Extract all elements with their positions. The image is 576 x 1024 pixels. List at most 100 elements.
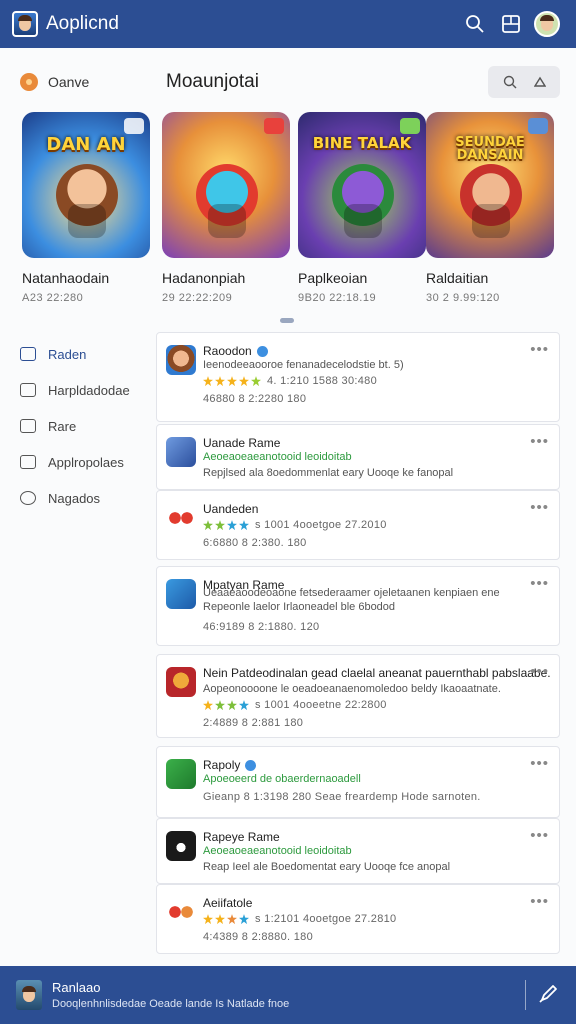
list-item[interactable]: Nein Patdeodinalan gead claelal aneanat … <box>156 654 560 738</box>
featured-card[interactable]: BINE TALAK Paplkeoian 9B20 22:18.19 <box>298 112 426 304</box>
app-meta: 2:4889 8 2:881 180 <box>203 717 304 729</box>
app-icon <box>166 831 196 861</box>
featured-card[interactable]: Hadanonpiah 29 22:22:209 <box>162 112 290 304</box>
avatar-face-icon <box>22 986 36 1002</box>
rating-text: s 1001 4ooeetne 22:2800 <box>255 699 387 711</box>
app-icon <box>166 345 196 375</box>
rating-text: s 1:2101 4ooetgoe 27.2810 <box>255 913 397 925</box>
featured-banner: SEUNDAE DANSAIN <box>455 135 525 163</box>
list-item[interactable]: Mpatyan Rame Ueaaeaoodeoaone fetsederaam… <box>156 566 560 646</box>
app-icon <box>166 437 196 467</box>
more-options-icon[interactable]: ••• <box>530 755 549 772</box>
sidebar-item-nagados[interactable]: Nagados <box>20 480 150 516</box>
rating-row: s 1001 4ooetgoe 27.2010 <box>203 519 387 531</box>
rating-text: 4. 1:210 1588 30:480 <box>267 375 377 387</box>
app-name-row: Uandeden <box>203 502 258 516</box>
rating-text: s 1001 4ooetgoe 27.2010 <box>255 519 387 531</box>
pencil-icon <box>539 984 557 1003</box>
more-options-icon[interactable]: ••• <box>530 575 549 592</box>
carousel-indicator[interactable] <box>280 318 294 323</box>
more-options-icon[interactable]: ••• <box>530 663 549 680</box>
rating-row: 4. 1:210 1588 30:480 <box>203 375 377 387</box>
search-icon <box>466 15 484 33</box>
briefcase-icon <box>20 455 36 469</box>
circle-icon <box>20 491 36 505</box>
app-description: Apoeoeerd de obaerdernaoadell <box>203 773 361 785</box>
bottom-bar: Ranlaao Dooqlenhnlisdedae Oeade lande Is… <box>0 966 576 1024</box>
layout-icon <box>502 15 520 33</box>
sidebar-item-label: Nagados <box>48 490 101 506</box>
more-options-icon[interactable]: ••• <box>530 433 549 450</box>
character-icon <box>332 164 394 238</box>
featured-name: Natanhaodain <box>22 270 110 286</box>
app-name: Raoodon <box>203 344 252 358</box>
grid-button[interactable] <box>494 7 528 41</box>
rating-row: s 1:2101 4ooetgoe 27.2810 <box>203 913 396 925</box>
app-icon <box>166 897 196 927</box>
app-icon <box>166 759 196 789</box>
bottom-links[interactable]: Dooqlenhnlisdedae Oeade lande Is Natlade… <box>52 998 525 1010</box>
search-button[interactable] <box>458 7 492 41</box>
header-left-label[interactable]: Oanve <box>48 74 166 90</box>
bottom-info: Ranlaao Dooqlenhnlisdedae Oeade lande Is… <box>52 980 525 1010</box>
app-meta: 46880 8 2:2280 180 <box>203 393 307 405</box>
more-options-icon[interactable]: ••• <box>530 499 549 516</box>
sidebar-item-raden[interactable]: Raden <box>20 336 150 372</box>
featured-card[interactable]: SEUNDAE DANSAIN Raldaitian 30 2 9.99:120 <box>426 112 554 304</box>
featured-card[interactable]: DAN AN Natanhaodain A23 22:280 <box>22 112 150 304</box>
featured-sub: 9B20 22:18.19 <box>298 292 377 304</box>
featured-sub: 30 2 9.99:120 <box>426 292 500 304</box>
sidebar-item-label: Harpldadodae <box>48 382 130 398</box>
rating-stars-icon <box>203 376 261 387</box>
featured-name: Paplkeoian <box>298 270 368 286</box>
app-icon <box>166 503 196 533</box>
list-item[interactable]: Uandeden s 1001 4ooetgoe 27.2010 6:6880 … <box>156 490 560 560</box>
app-meta: 46:9189 8 2:1880. 120 <box>203 621 320 633</box>
sidebar-item-harpldadodae[interactable]: Harpldadodae <box>20 372 150 408</box>
app-name-row: Nein Patdeodinalan gead claelal aneanat … <box>203 666 551 680</box>
app-name-row: Raoodon <box>203 344 268 358</box>
app-name-row: Rapoly <box>203 758 257 772</box>
bottom-title: Ranlaao <box>52 980 101 995</box>
rating-row: s 1001 4ooeetne 22:2800 <box>203 699 387 711</box>
more-options-icon[interactable]: ••• <box>530 827 549 844</box>
edit-button[interactable] <box>538 982 560 1009</box>
featured-banner: DAN AN <box>46 134 126 155</box>
featured-image[interactable]: SEUNDAE DANSAIN <box>426 112 554 258</box>
flag-icon <box>20 419 36 433</box>
list-item[interactable]: Rapeye Rame Aeoeaoeaeanotooid leoidoitab… <box>156 818 560 884</box>
list-item[interactable]: Aeiifatole s 1:2101 4ooetgoe 27.2810 4:4… <box>156 884 560 954</box>
sidebar-item-label: Raden <box>48 346 87 362</box>
featured-image[interactable]: BINE TALAK <box>298 112 426 258</box>
profile-avatar[interactable] <box>12 11 38 37</box>
app-name: Rapeye Rame <box>203 830 280 844</box>
more-options-icon[interactable]: ••• <box>530 893 549 910</box>
coin-icon <box>20 73 38 91</box>
avatar[interactable] <box>16 980 42 1010</box>
list-item[interactable]: Uanade Rame Aeoeaoeaeanotooid leoidoitab… <box>156 424 560 490</box>
app-description: Ueaaeaoodeoaone fetsederaamer ojeletaane… <box>203 587 500 599</box>
sidebar-item-applropolaes[interactable]: Applropolaes <box>20 444 150 480</box>
rating-stars-icon <box>203 520 249 531</box>
list-item[interactable]: Raoodon Ieenodeeaooroe fenanadecelodstie… <box>156 332 560 422</box>
list-item[interactable]: Rapoly Apoeoeerd de obaerdernaoadell Gie… <box>156 746 560 818</box>
app-name: Uandeden <box>203 502 259 516</box>
app-description-secondary: Reap Ieel ale Boedomentat eary Uooqe fce… <box>203 861 451 873</box>
featured-image[interactable]: DAN AN <box>22 112 150 258</box>
sidebar-item-label: Rare <box>48 418 77 434</box>
sidebar-item-label: Applropolaes <box>48 454 124 470</box>
app-icon <box>166 579 196 609</box>
search-box[interactable] <box>488 66 560 98</box>
featured-image[interactable] <box>162 112 290 258</box>
image-icon <box>20 383 36 397</box>
app-name: Rapoly <box>203 758 241 772</box>
list-icon <box>20 347 36 361</box>
featured-name: Hadanonpiah <box>162 270 246 286</box>
app-name-row: Aeiifatole <box>203 896 252 910</box>
more-options-icon[interactable]: ••• <box>530 341 549 358</box>
account-button[interactable] <box>530 7 564 41</box>
user-avatar-icon <box>534 11 560 37</box>
app-icon <box>166 667 196 697</box>
sidebar-item-rare[interactable]: Rare <box>20 408 150 444</box>
character-icon <box>196 164 258 238</box>
